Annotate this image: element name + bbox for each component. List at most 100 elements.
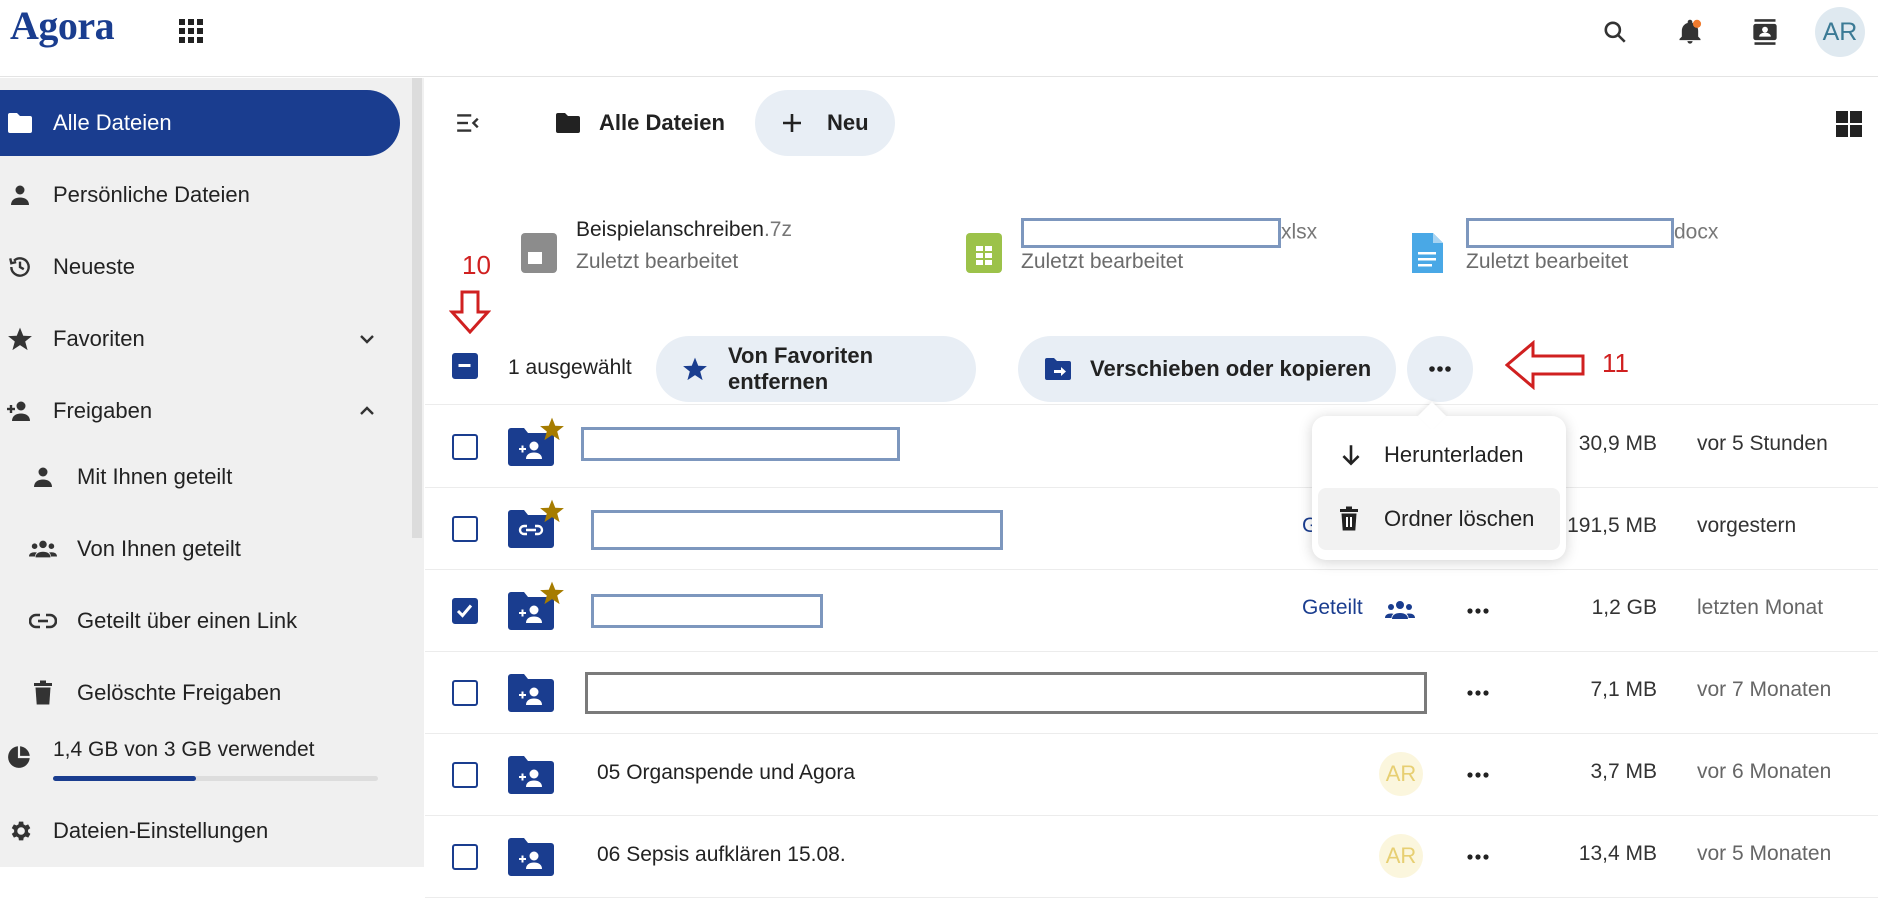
notifications-icon[interactable] [1670, 12, 1710, 52]
file-modified: letzten Monat [1697, 596, 1824, 619]
recent-file-subtitle: Zuletzt bearbeitet [1021, 250, 1184, 273]
annotation-arrow-left-icon [1505, 340, 1587, 390]
file-row[interactable]: 06 Sepsis aufklären 15.08. AR 13,4 MB vo… [425, 816, 1878, 898]
row-checkbox-checked[interactable] [452, 598, 478, 624]
sidebar-item-label: Freigaben [53, 398, 153, 423]
row-checkbox[interactable] [452, 516, 478, 542]
row-actions-button[interactable] [1461, 840, 1495, 874]
row-checkbox[interactable] [452, 762, 478, 788]
row-checkbox[interactable] [452, 680, 478, 706]
file-modified: vor 7 Monaten [1697, 678, 1832, 701]
apps-icon[interactable] [177, 17, 205, 45]
move-copy-button[interactable]: Verschieben oder kopieren [1018, 336, 1396, 402]
file-list-area: Alle Dateien Neu Beispielanschreiben.7z … [425, 78, 1878, 898]
sidebar-item-label: Persönliche Dateien [53, 182, 250, 207]
file-size: 7,1 MB [1590, 678, 1657, 701]
file-name[interactable]: 06 Sepsis aufklären 15.08. [597, 843, 846, 867]
download-icon [1338, 442, 1364, 468]
contacts-icon[interactable] [1745, 12, 1785, 52]
folder-move-icon [1044, 357, 1072, 381]
file-row[interactable]: 30,9 MB vor 5 Stunden [425, 406, 1878, 488]
sidebar-item-label: Von Ihnen geteilt [77, 536, 241, 561]
breadcrumb[interactable]: Alle Dateien [555, 90, 725, 156]
sidebar-item-alle-dateien[interactable]: Alle Dateien [0, 90, 400, 156]
file-modified: vorgestern [1697, 514, 1797, 537]
user-avatar[interactable]: AR [1815, 7, 1865, 57]
file-row-selected[interactable]: Geteilt 1,2 GB letzten Monat [425, 570, 1878, 652]
link-icon [29, 607, 57, 635]
shared-status-link[interactable]: Geteilt [1302, 596, 1363, 620]
plus-icon [781, 112, 803, 134]
toggle-sidebar-icon[interactable] [455, 110, 481, 136]
annotation-arrow-down-icon [449, 290, 491, 334]
move-copy-label: Verschieben oder kopieren [1090, 356, 1372, 381]
row-actions-button[interactable] [1461, 758, 1495, 792]
archive-icon [520, 232, 558, 274]
recent-file-name: xlsx [1021, 218, 1317, 248]
sidebar-scrollbar[interactable] [412, 78, 422, 538]
owner-avatar[interactable]: AR [1379, 834, 1423, 878]
chevron-down-icon[interactable] [355, 327, 379, 351]
star-icon [6, 325, 34, 353]
sidebar-item-geteilt-ueber-link[interactable]: Geteilt über einen Link [0, 588, 400, 654]
document-icon [1410, 232, 1444, 274]
star-icon [682, 356, 708, 382]
app-logo[interactable]: Agora [10, 2, 115, 49]
owner-avatar[interactable]: AR [1379, 752, 1423, 796]
selection-count: 1 ausgewählt [508, 356, 632, 379]
file-size: 1,2 GB [1591, 596, 1657, 619]
file-row[interactable]: 7,1 MB vor 7 Monaten [425, 652, 1878, 734]
trash-icon [1338, 506, 1364, 532]
recent-file-name: docx [1466, 218, 1718, 248]
folder-icon [6, 109, 34, 137]
chevron-up-icon[interactable] [355, 399, 379, 423]
sidebar-item-geloeschte-freigaben[interactable]: Gelöschte Freigaben [0, 660, 400, 726]
sidebar-item-freigaben[interactable]: Freigaben [0, 378, 400, 444]
remove-favorites-button[interactable]: Von Favoriten entfernen [656, 336, 976, 402]
settings-button[interactable]: Dateien-Einstellungen [0, 798, 400, 864]
file-size: 13,4 MB [1578, 842, 1657, 865]
files-toolbar: Alle Dateien Neu [425, 90, 1878, 156]
file-row[interactable]: G 191,5 MB vorgestern [425, 488, 1878, 570]
menu-item-delete-folder[interactable]: Ordner löschen [1318, 488, 1560, 550]
shared-folder-icon [507, 672, 555, 714]
recent-file-1[interactable]: Beispielanschreiben.7z Zuletzt bearbeite… [520, 218, 880, 288]
pie-chart-icon [6, 744, 32, 770]
sidebar-item-label: Mit Ihnen geteilt [77, 464, 233, 489]
recent-file-2[interactable]: xlsx Zuletzt bearbeitet [965, 218, 1450, 446]
new-button[interactable]: Neu [755, 90, 895, 156]
quota-text: 1,4 GB von 3 GB verwendet [53, 738, 315, 761]
select-all-checkbox[interactable] [452, 353, 478, 379]
recent-file-3[interactable]: docx Zuletzt bearbeitet [1410, 218, 1790, 288]
sidebar-item-mit-ihnen-geteilt[interactable]: Mit Ihnen geteilt [0, 444, 400, 510]
file-modified: vor 5 Stunden [1697, 432, 1828, 455]
sidebar-item-label: Geteilt über einen Link [77, 608, 298, 633]
row-actions-button[interactable] [1461, 676, 1495, 710]
file-modified: vor 5 Monaten [1697, 842, 1832, 865]
group-icon [1385, 598, 1415, 622]
search-icon[interactable] [1595, 12, 1635, 52]
storage-quota: 1,4 GB von 3 GB verwendet [0, 738, 400, 788]
favorite-star-icon [539, 498, 565, 524]
row-checkbox[interactable] [452, 434, 478, 460]
sidebar-item-favoriten[interactable]: Favoriten [0, 306, 400, 372]
row-checkbox[interactable] [452, 844, 478, 870]
quota-bar [53, 776, 378, 781]
sidebar-item-von-ihnen-geteilt[interactable]: Von Ihnen geteilt [0, 516, 400, 582]
sidebar-item-label: Gelöschte Freigaben [77, 680, 282, 705]
sidebar-item-neueste[interactable]: Neueste [0, 234, 400, 300]
sidebar-item-persoenliche-dateien[interactable]: Persönliche Dateien [0, 162, 400, 228]
grid-view-icon[interactable] [1835, 110, 1863, 138]
more-actions-button[interactable] [1407, 336, 1473, 402]
recent-file-subtitle: Zuletzt bearbeitet [576, 250, 739, 273]
menu-item-download[interactable]: Herunterladen [1318, 424, 1560, 486]
redacted-filename [591, 510, 1003, 550]
more-actions-menu: Herunterladen Ordner löschen [1312, 401, 1566, 560]
file-name[interactable]: 05 Organspende und Agora [597, 761, 855, 785]
file-row[interactable]: 05 Organspende und Agora AR 3,7 MB vor 6… [425, 734, 1878, 816]
shared-folder-icon [507, 836, 555, 878]
file-size: 30,9 MB [1578, 432, 1657, 455]
menu-item-label: Ordner löschen [1384, 506, 1535, 531]
person-icon [29, 463, 57, 491]
row-actions-button[interactable] [1461, 594, 1495, 628]
